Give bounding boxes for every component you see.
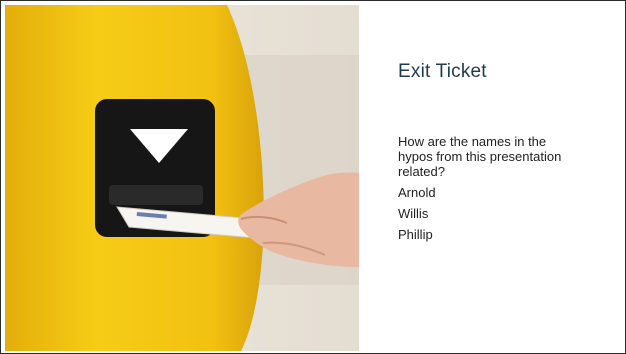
question-text: How are the names in the hypos from this… [398,134,562,179]
body-list: How are the names in the hypos from this… [398,134,573,248]
name-item-arnold: Arnold [398,185,436,200]
ticket-machine-photo [5,5,359,351]
slide: Exit Ticket How are the names in the hyp… [0,0,626,354]
ticket-machine-illustration [5,5,359,351]
name-item-phillip: Phillip [398,227,433,242]
slide-title: Exit Ticket [398,61,487,82]
name-item-willis: Willis [398,206,429,221]
text-panel: Exit Ticket How are the names in the hyp… [379,1,617,353]
ticket-slot [109,185,203,205]
